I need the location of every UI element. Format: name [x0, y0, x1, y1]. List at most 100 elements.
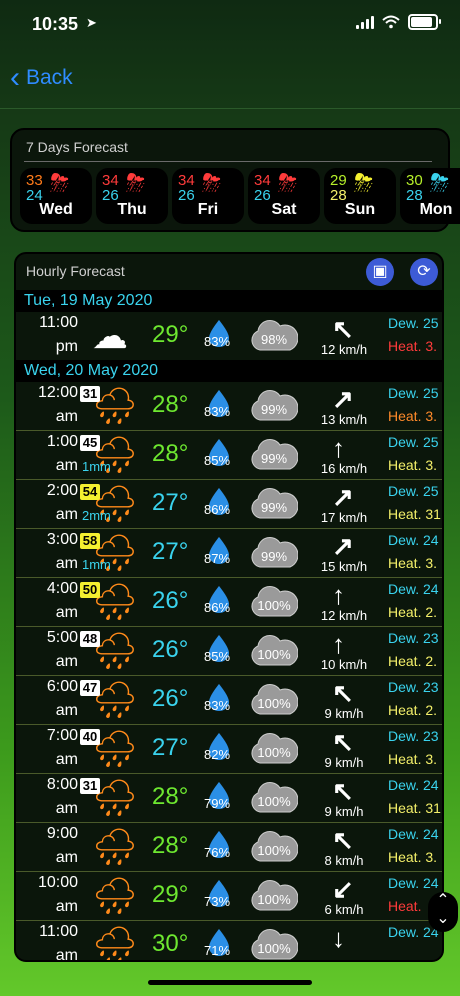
rain-cloud-icon: ⛈ — [202, 170, 222, 197]
hourly-row: 5:00 am 🌧 48 26° 85% 100% ↑ 10 km/h Dew. 23 Heat. … — [16, 627, 442, 676]
temperature: 27° — [152, 734, 189, 761]
cloud-cover-value: 100% — [257, 647, 291, 662]
heat-index: Heat. 3. — [388, 849, 438, 865]
dew-point: Dew. 24 — [388, 581, 439, 597]
hour-period: am — [55, 702, 78, 719]
heat-index: Heat. 2. — [388, 653, 438, 669]
hourly-row: 11:00 am 🌧 30° 71% 100% ↓ Dew. 24 — [16, 921, 442, 960]
day-card[interactable]: 34 26 ⛈ Fri — [172, 168, 244, 224]
dew-point: Dew. 24 — [388, 826, 439, 842]
cloud-cover-value: 99% — [260, 451, 288, 466]
hourly-row: 12:00 am 🌧 31 28° 83% 99% ↗ 13 km/h Dew. 25 Heat. … — [16, 382, 442, 431]
date-header: Wed, 20 May 2020 — [16, 360, 442, 382]
hour-time: 11:00 — [39, 314, 78, 331]
wind-speed: 9 km/h — [324, 706, 364, 721]
uv-badge: 50 — [80, 582, 100, 598]
hour-time: 7:00 — [46, 727, 78, 744]
heat-index: Heat. 3. — [388, 408, 438, 424]
wind-direction-icon: ↓ — [332, 923, 345, 953]
humidity-value: 82% — [204, 747, 231, 762]
wind-speed: 10 km/h — [320, 657, 368, 672]
heat-index: Heat. 31 — [388, 800, 441, 816]
uv-badge: 58 — [80, 533, 100, 549]
hour-period: am — [55, 898, 78, 915]
wind-direction-icon: ↖ — [332, 678, 354, 708]
heat-index: Heat. 3. — [388, 555, 438, 571]
home-indicator[interactable] — [148, 980, 312, 985]
back-label: Back — [26, 66, 73, 89]
heat-index: Heat. 2. — [388, 604, 438, 620]
hour-time: 6:00 — [46, 678, 78, 695]
heat-index: Heat. 2. — [388, 702, 438, 718]
humidity-value: 86% — [204, 502, 231, 517]
uv-badge: 31 — [80, 386, 100, 402]
temperature: 27° — [152, 538, 189, 565]
humidity-value: 83% — [204, 698, 231, 713]
rain-amount: 1mm — [82, 557, 111, 572]
temperature: 26° — [152, 685, 189, 712]
wind-direction-icon: ↖ — [332, 776, 354, 806]
hour-time: 10:00 — [37, 874, 78, 891]
status-indicators — [356, 14, 441, 30]
hourly-forecast-panel: Hourly Forecast ▣ ⟳ Tue, 19 May 2020 11:0… — [14, 252, 444, 962]
dew-point: Dew. 24 — [388, 777, 439, 793]
wind-direction-icon: ↑ — [332, 629, 345, 659]
dew-point: Dew. 23 — [388, 630, 439, 646]
wind-direction-icon: ↖ — [332, 314, 354, 344]
scroll-handle[interactable]: ⌃ ⌄ — [428, 892, 458, 932]
dew-point: Dew. 23 — [388, 679, 439, 695]
uv-badge: 31 — [80, 778, 100, 794]
day-name: Sat — [271, 201, 297, 218]
heat-index: Heat. 3. — [388, 457, 438, 473]
expand-icon[interactable]: ▣ — [366, 258, 394, 286]
day-name: Sun — [344, 201, 376, 218]
temperature: 27° — [152, 489, 189, 516]
dew-point: Dew. 24 — [388, 532, 439, 548]
cloud-cover-value: 100% — [257, 892, 291, 907]
humidity-value: 85% — [204, 649, 231, 664]
day-card[interactable]: 34 26 ⛈ Thu — [96, 168, 168, 224]
nav-divider — [0, 108, 460, 109]
temperature: 26° — [152, 636, 189, 663]
wind-speed: 16 km/h — [320, 461, 368, 476]
hourly-row: 10:00 am 🌧 29° 73% 100% ↙ 6 km/h Dew. 24 Heat. — [16, 872, 442, 921]
hourly-row: 2:00 am 🌧 54 2mm 27° 86% 99% ↗ 17 km/h Dew. 25 Heat… — [16, 480, 442, 529]
hour-period: am — [55, 849, 78, 866]
hourly-row: 1:00 am 🌧 45 1mm 28° 85% 99% ↑ 16 km/h Dew. 25 Heat… — [16, 431, 442, 480]
temperature: 29° — [152, 881, 189, 908]
humidity-value: 71% — [204, 943, 231, 958]
day-card[interactable]: 29 28 ⛈ Sun — [324, 168, 396, 224]
hour-period: pm — [55, 338, 78, 355]
rain-cloud-icon: ⛈ — [50, 170, 70, 197]
dew-point: Dew. 25 — [388, 434, 439, 450]
uv-badge: 45 — [80, 435, 100, 451]
back-button[interactable]: ‹ Back — [10, 63, 73, 93]
temperature: 26° — [152, 587, 189, 614]
cloud-cover-value: 100% — [257, 941, 291, 956]
hour-period: am — [55, 751, 78, 768]
dew-point: Dew. 24 — [388, 875, 439, 891]
cloud-cover-value: 100% — [257, 598, 291, 613]
wind-direction-icon: ↑ — [332, 580, 345, 610]
cloud-cover-value: 99% — [260, 549, 288, 564]
day-card[interactable]: 34 26 ⛈ Sat — [248, 168, 320, 224]
day-card[interactable]: 30 28 ⛈ Mon — [400, 168, 460, 224]
hourly-row: 7:00 am 🌧 40 27° 82% 100% ↖ 9 km/h Dew. 23 Heat. 3… — [16, 725, 442, 774]
heat-index: Heat. 3. — [388, 751, 438, 767]
cloud-cover-value: 100% — [257, 843, 291, 858]
hourly-row: 9:00 am 🌧 28° 76% 100% ↖ 8 km/h Dew. 24 Heat. 3. — [16, 823, 442, 872]
hour-period: am — [55, 506, 78, 523]
hour-time: 9:00 — [46, 825, 78, 842]
refresh-icon[interactable]: ⟳ — [410, 258, 438, 286]
day-card[interactable]: 33 24 ⛈ Wed — [20, 168, 92, 224]
seven-day-title: 7 Days Forecast — [26, 139, 128, 155]
wind-direction-icon: ↗ — [332, 384, 354, 414]
rain-cloud-icon: 🌧 — [92, 875, 138, 916]
temperature: 28° — [152, 783, 189, 810]
wind-speed: 12 km/h — [320, 608, 368, 623]
day-name: Mon — [419, 201, 453, 218]
rain-amount: 2mm — [82, 508, 111, 523]
heat-index: Heat. 3. — [388, 338, 438, 354]
cloud-cover-value: 100% — [257, 794, 291, 809]
hour-period: am — [55, 408, 78, 425]
